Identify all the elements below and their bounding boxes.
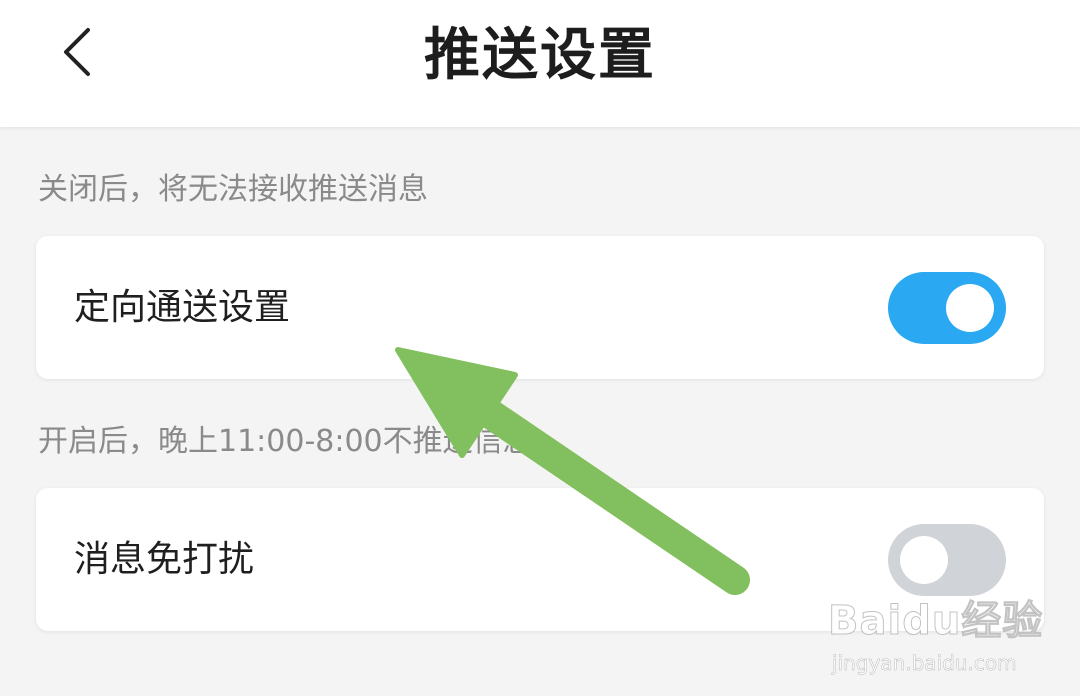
- do-not-disturb-label: 消息免打扰: [74, 538, 255, 580]
- targeted-push-toggle[interactable]: [888, 271, 1006, 344]
- do-not-disturb-hint: 开启后，晚上11:00-8:00不推送信息: [38, 424, 533, 459]
- do-not-disturb-row: 消息免打扰: [36, 488, 1044, 631]
- page-title: 推送设置: [424, 23, 656, 88]
- targeted-push-setting-row: 定向通送设置: [36, 236, 1044, 379]
- top-bar: 推送设置: [0, 0, 1080, 127]
- watermark-url: jingyan.baidu.com: [832, 651, 1017, 676]
- toggle-knob: [946, 283, 994, 332]
- targeted-push-label: 定向通送设置: [74, 286, 291, 328]
- toggle-knob: [900, 535, 948, 584]
- push-off-hint: 关闭后，将无法接收推送消息: [38, 172, 428, 207]
- do-not-disturb-toggle[interactable]: [888, 523, 1006, 596]
